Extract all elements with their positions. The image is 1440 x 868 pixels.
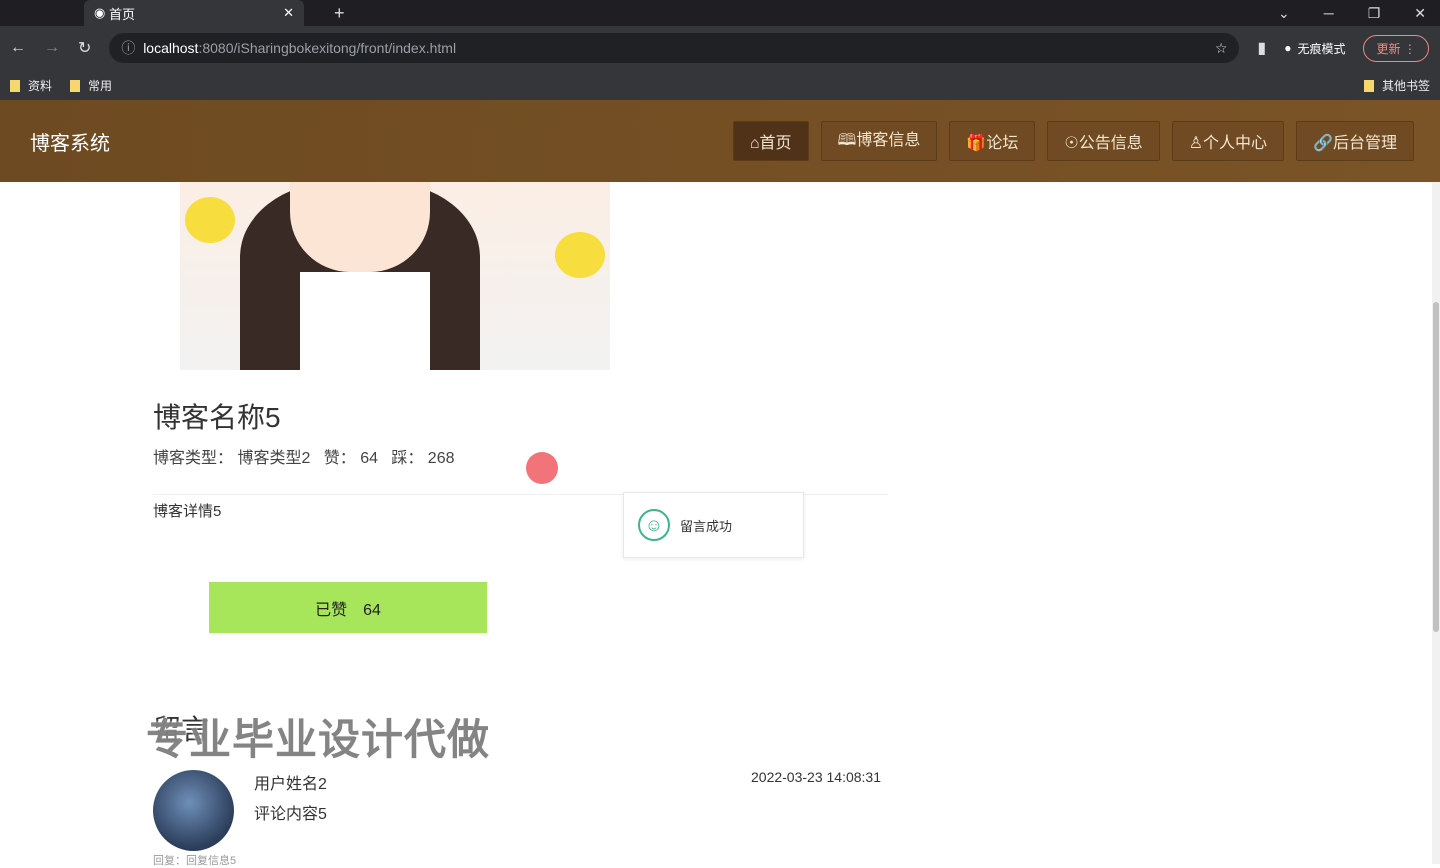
like-label: 赞： [323,450,356,467]
forward-icon[interactable]: → [44,39,60,57]
folder-icon [70,80,81,93]
cursor-highlight [526,452,558,484]
bookmark-label: 常用 [88,78,113,93]
browser-tab-bar: ◉ 首页 ✕ + ⌄ ─ ❐ ✕ [0,0,1440,26]
site-navbar: 博客系统 ⌂首页 🕮博客信息 🎁论坛 ☉公告信息 ♙个人中心 🔗后台管理 [0,100,1440,182]
nav-blog-info[interactable]: 🕮博客信息 [820,121,938,161]
back-icon[interactable]: ← [10,39,26,57]
address-bar-row: ← → ↻ ⓘ localhost:8080/iSharingbokexitong/… [0,26,1440,70]
type-label: 博客类型： [153,450,234,467]
browser-tab[interactable]: ◉ 首页 ✕ [84,0,304,26]
comment-content: 评论内容5 [254,806,327,823]
url-input[interactable]: ⓘ localhost:8080/iSharingbokexitong/fron… [109,33,1240,63]
reload-icon[interactable]: ↻ [78,38,91,58]
bookmarks-bar: 资料 常用 其他书签 [0,70,1440,100]
incognito-indicator[interactable]: ● 无痕模式 [1284,40,1345,57]
tab-title: 首页 [108,6,135,22]
scrollbar-thumb[interactable] [1433,302,1439,632]
url-path: :8080/iSharingbokexitong/front/index.htm… [198,40,457,56]
blog-detail: 博客详情5 [153,503,222,520]
update-label: 更新 [1376,41,1401,56]
blog-type: 博客类型2 [237,450,311,467]
dislike-count: 268 [427,450,455,467]
tab-search-icon[interactable]: ⌄ [1278,5,1290,22]
nav-home[interactable]: ⌂首页 [732,121,809,161]
dislike-label: 踩： [391,450,424,467]
blog-meta: 博客类型： 博客类型2 赞： 64 踩： 268 [153,444,455,468]
incognito-icon: ● [1284,41,1292,55]
folder-icon [1363,80,1374,93]
info-icon: ⓘ [121,40,144,56]
comment-time: 2022-03-23 14:08:31 [751,769,881,785]
sidepanel-icon[interactable]: ▮ [1257,38,1266,58]
minimize-icon[interactable]: ─ [1324,5,1334,22]
folder-icon [10,80,20,93]
incognito-label: 无痕模式 [1297,41,1346,56]
close-tab-icon[interactable]: ✕ [283,5,294,21]
close-window-icon[interactable]: ✕ [1414,5,1426,22]
url-host: localhost [143,40,199,56]
nav-notice[interactable]: ☉公告信息 [1047,121,1160,161]
blog-cover-image [180,182,610,370]
site-brand[interactable]: 博客系统 [30,127,110,156]
other-bookmarks-label: 其他书签 [1381,78,1430,93]
smile-icon: ☺ [638,509,670,541]
like-count: 64 [360,450,378,467]
nav-profile[interactable]: ♙个人中心 [1171,121,1285,161]
comment-reply: 回复：回复信息5 [153,855,237,867]
bookmark-label: 资料 [28,78,53,93]
star-icon[interactable]: ☆ [1215,40,1228,57]
other-bookmarks[interactable]: 其他书签 [1363,77,1430,94]
bookmark-folder[interactable]: 常用 [70,77,112,94]
toast-text: 留言成功 [680,518,733,534]
restore-icon[interactable]: ❐ [1368,5,1381,22]
comment-user: 用户姓名2 [254,776,327,793]
bookmark-folder[interactable]: 资料 [10,77,52,94]
watermark: 专业毕业设计代做 [146,716,491,763]
liked-button[interactable]: 已赞 64 [209,582,487,633]
update-button[interactable]: 更新 ⋮ [1363,34,1429,62]
toast-message: ☺ 留言成功 [623,492,804,558]
blog-title: 博客名称5 [153,402,281,433]
nav-forum[interactable]: 🎁论坛 [949,121,1036,161]
nav-admin[interactable]: 🔗后台管理 [1296,121,1414,161]
scrollbar[interactable] [1432,182,1440,864]
new-tab-icon[interactable]: + [334,3,345,24]
globe-icon: ◉ [94,5,109,20]
avatar [153,770,234,851]
